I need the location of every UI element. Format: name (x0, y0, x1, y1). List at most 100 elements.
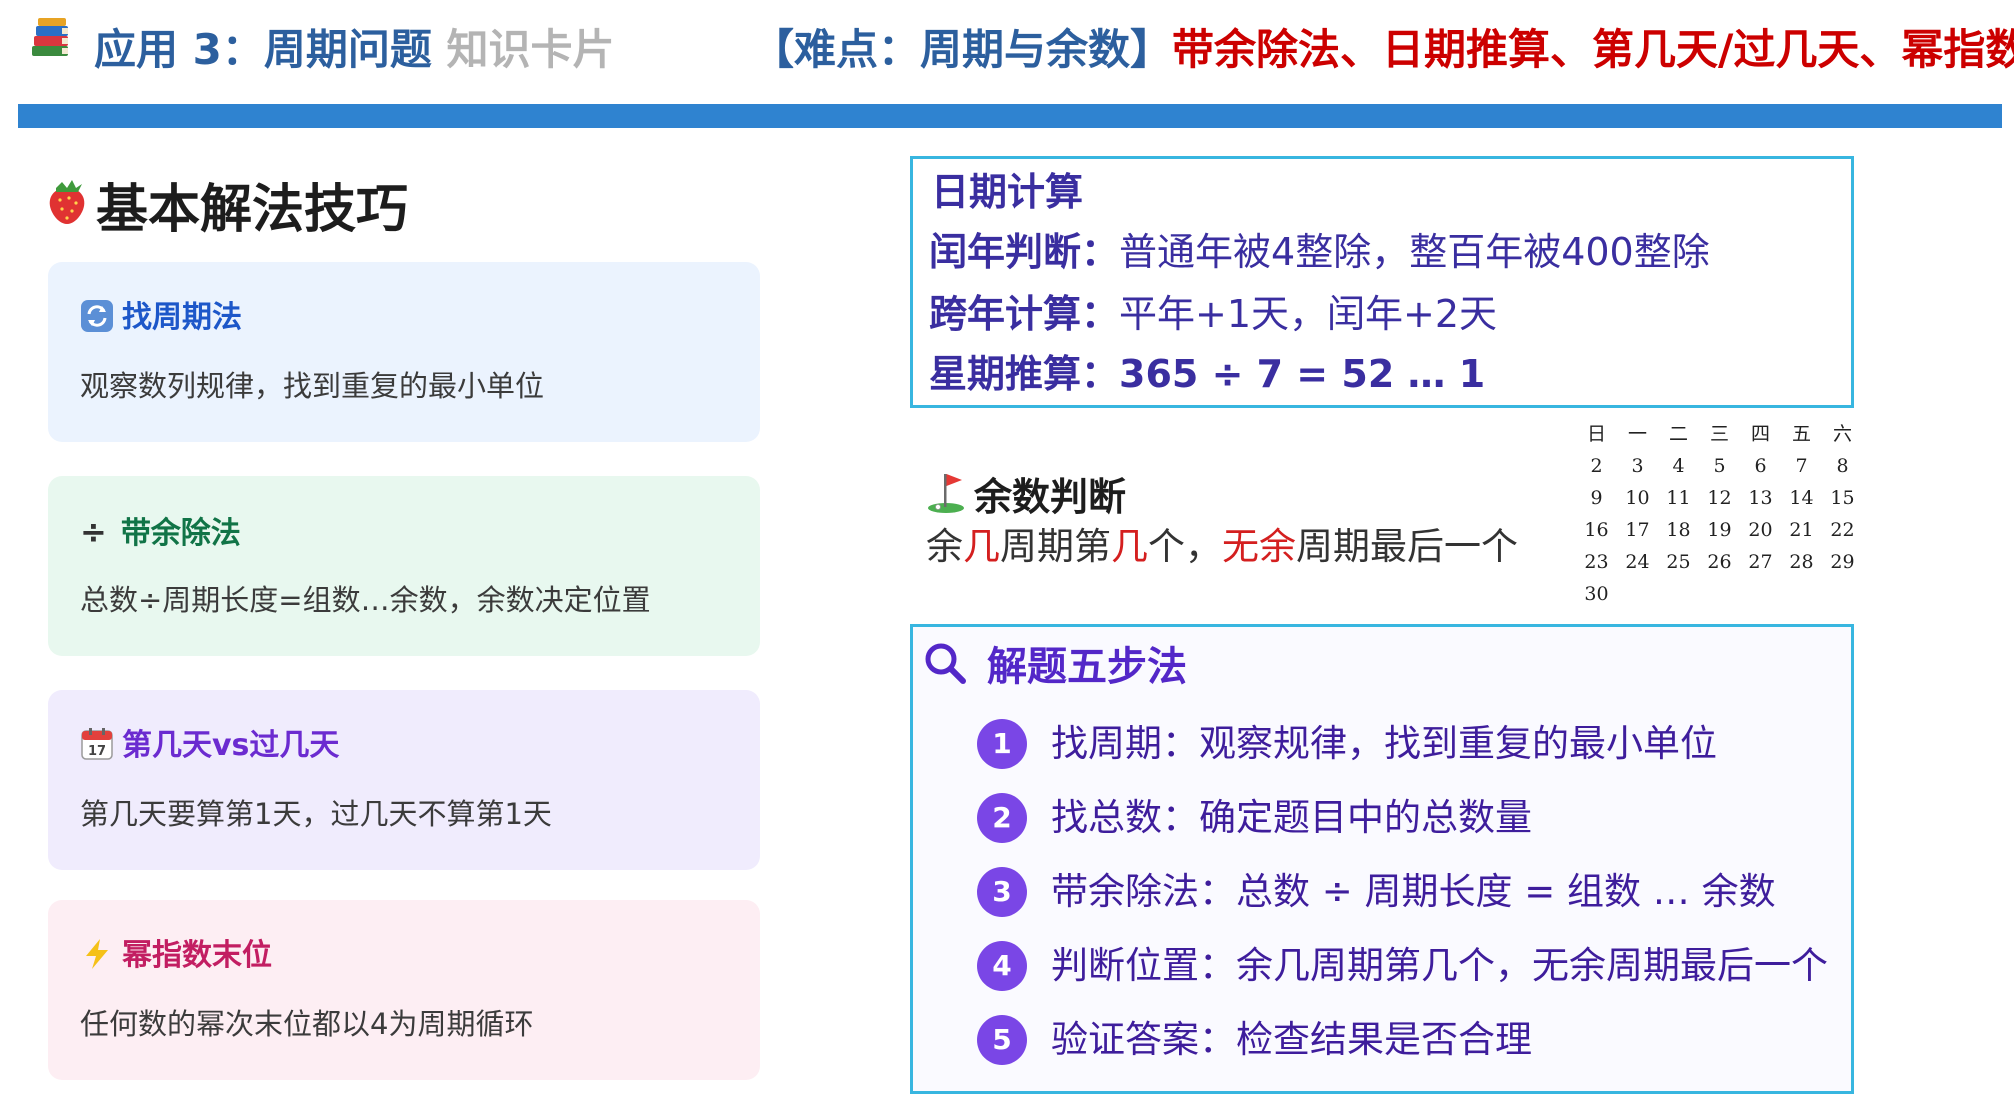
date-row-key: 闰年判断： (929, 230, 1120, 274)
calendar-day: 30 (1584, 583, 1609, 605)
calendar-week: 2 3 4 5 6 7 8 (1576, 450, 1906, 482)
difficulty-tag: 【难点：周期与余数】 (752, 25, 1173, 74)
remainder-text: 周期第 (1000, 525, 1111, 568)
calendar-day: 25 (1666, 551, 1691, 573)
date-row-key: 星期推算： (929, 352, 1120, 396)
step-text: 验证答案：检查结果是否合理 (1051, 1018, 1532, 1061)
calendar-weekday: 二 (1668, 423, 1688, 445)
step-number-badge: 2 (977, 793, 1027, 843)
calendar-week: 30 (1576, 578, 1906, 610)
calendar-grid: 日 一 二 三 四 五 六 2 3 4 5 6 7 8 9 10 11 12 1… (1576, 418, 1906, 610)
technique-card-find-cycle: 找周期法 观察数列规律，找到重复的最小单位 (48, 262, 760, 442)
calendar-day: 11 (1666, 487, 1691, 509)
step-number-badge: 1 (977, 719, 1027, 769)
calendar-weekday: 五 (1791, 423, 1811, 445)
step-text: 判断位置：余几周期第几个，无余周期最后一个 (1051, 944, 1828, 987)
card-title-text: 找周期法 (122, 300, 242, 335)
page-title-main: 应用 3：周期问题 (94, 25, 432, 74)
calendar-day (1617, 578, 1658, 610)
calendar-weekday: 一 (1627, 423, 1647, 445)
calendar-weekday: 三 (1709, 423, 1729, 445)
date-row-weekday: 星期推算：365 ÷ 7 = 52 … 1 (929, 349, 1485, 399)
division-icon: ÷ (80, 513, 107, 551)
card-title: 找周期法 (80, 298, 242, 338)
five-steps-box: 解题五步法 1 找周期：观察规律，找到重复的最小单位 2 找总数：确定题目中的总… (910, 624, 1854, 1094)
step-number-badge: 3 (977, 867, 1027, 917)
date-row-leap-year: 闰年判断：普通年被4整除，整百年被400整除 (929, 227, 1710, 277)
calendar-day: 9 (1590, 487, 1603, 509)
calendar-day (1740, 578, 1781, 610)
calendar-day (1658, 578, 1699, 610)
difficulty-items: 带余除法、日期推算、第几天/过几天、幂指数 (1172, 25, 2014, 74)
date-row-cross-year: 跨年计算：平年+1天，闰年+2天 (929, 289, 1497, 339)
calendar-day: 13 (1748, 487, 1773, 509)
date-row-value: 平年+1天，闰年+2天 (1119, 292, 1498, 336)
step-text: 找周期：观察规律，找到重复的最小单位 (1051, 722, 1717, 765)
calendar-weekday: 六 (1832, 423, 1852, 445)
calendar-day: 10 (1625, 487, 1650, 509)
calendar-day: 2 (1590, 455, 1603, 477)
calendar-day: 7 (1795, 455, 1808, 477)
calendar-day: 23 (1584, 551, 1609, 573)
remainder-text: 余 (926, 525, 963, 568)
card-text: 总数÷周期长度=组数…余数，余数决定位置 (80, 583, 651, 617)
calendar-day (1822, 578, 1863, 610)
calendar-day: 16 (1584, 519, 1609, 541)
step-text: 找总数：确定题目中的总数量 (1051, 796, 1532, 839)
calendar-day: 20 (1748, 519, 1773, 541)
date-box-title: 日期计算 (931, 170, 1084, 214)
remainder-rule: 余几周期第几个，无余周期最后一个 (926, 522, 1518, 572)
svg-text:17: 17 (88, 744, 106, 759)
strawberry-icon (49, 180, 85, 224)
cycle-arrows-icon (81, 300, 113, 332)
technique-card-division-remainder: ÷ 带余除法 总数÷周期长度=组数…余数，余数决定位置 (48, 476, 760, 656)
calendar-week: 9 10 11 12 13 14 15 (1576, 482, 1906, 514)
card-title: ÷ 带余除法 (80, 512, 241, 554)
calendar-day: 19 (1707, 519, 1732, 541)
calendar-weekday: 四 (1750, 423, 1770, 445)
header-divider-bar (18, 104, 2002, 128)
card-title: 幂指数末位 (80, 936, 272, 976)
calendar-day: 3 (1631, 455, 1644, 477)
calendar-day: 18 (1666, 519, 1691, 541)
calendar-day: 21 (1789, 519, 1814, 541)
remainder-title: 余数判断 (974, 475, 1127, 519)
card-title-text: 带余除法 (120, 516, 241, 551)
books-icon (32, 18, 68, 56)
step-text: 带余除法：总数 ÷ 周期长度 = 组数 … 余数 (1051, 870, 1776, 913)
calendar-day: 22 (1830, 519, 1855, 541)
card-title: 17 第几天vs过几天 (80, 726, 339, 766)
date-calculation-box: 日期计算 闰年判断：普通年被4整除，整百年被400整除 跨年计算：平年+1天，闰… (910, 156, 1854, 408)
magnifier-icon (925, 643, 966, 684)
technique-card-nth-day: 17 第几天vs过几天 第几天要算第1天，过几天不算第1天 (48, 690, 760, 870)
calendar-day (1781, 578, 1822, 610)
calendar-day: 17 (1625, 519, 1650, 541)
difficulty-banner: 【难点：周期与余数】带余除法、日期推算、第几天/过几天、幂指数 (752, 22, 2014, 78)
calendar-day: 28 (1789, 551, 1814, 573)
calendar-day: 29 (1830, 551, 1855, 573)
card-title-text: 第几天vs过几天 (122, 728, 340, 763)
steps-title: 解题五步法 (987, 644, 1187, 690)
calendar-day: 6 (1754, 455, 1767, 477)
card-text: 第几天要算第1天，过几天不算第1天 (80, 797, 552, 831)
card-text: 任何数的幂次末位都以4为周期循环 (80, 1007, 534, 1041)
date-row-value: 普通年被4整除，整百年被400整除 (1119, 230, 1710, 274)
remainder-text: 个， (1148, 525, 1222, 568)
calendar-day: 8 (1836, 455, 1849, 477)
calendar-day: 26 (1707, 551, 1732, 573)
remainder-highlight: 几 (963, 525, 1000, 568)
remainder-highlight: 无余 (1222, 525, 1296, 568)
lightning-icon (86, 939, 108, 969)
calendar-day: 24 (1625, 551, 1650, 573)
date-row-key: 跨年计算： (929, 292, 1120, 336)
golf-flag-icon (928, 474, 964, 513)
calendar-day: 15 (1830, 487, 1855, 509)
calendar-icon: 17 (81, 728, 113, 760)
calendar-week: 23 24 25 26 27 28 29 (1576, 546, 1906, 578)
calendar-header-row: 日 一 二 三 四 五 六 (1576, 418, 1906, 450)
page-title-sub: 知识卡片 (446, 25, 615, 74)
card-text: 观察数列规律，找到重复的最小单位 (80, 369, 545, 403)
calendar-day: 12 (1707, 487, 1732, 509)
remainder-highlight: 几 (1111, 525, 1148, 568)
step-number-badge: 5 (977, 1015, 1027, 1065)
